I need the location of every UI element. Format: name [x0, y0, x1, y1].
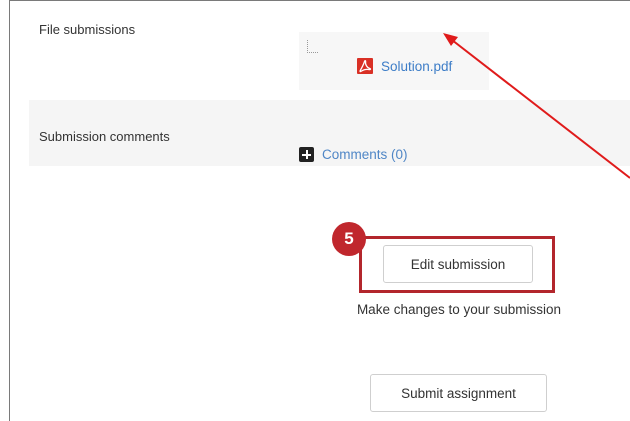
- comments-toggle[interactable]: Comments (0): [299, 147, 408, 162]
- pdf-icon: [357, 58, 373, 74]
- submission-comments-label: Submission comments: [39, 129, 170, 144]
- edit-submission-description: Make changes to your submission: [356, 302, 562, 317]
- comments-link-text: Comments (0): [322, 147, 408, 162]
- plus-square-icon: [299, 147, 314, 162]
- annotation-highlight-box: [359, 236, 555, 293]
- file-link[interactable]: Solution.pdf: [357, 58, 452, 74]
- file-tree: Solution.pdf: [299, 32, 489, 90]
- file-submissions-row: File submissions Solution.pdf: [29, 8, 630, 100]
- file-name: Solution.pdf: [381, 58, 453, 74]
- tree-connector: [307, 40, 318, 53]
- submit-assignment-button[interactable]: Submit assignment: [370, 374, 547, 412]
- submission-comments-row: Submission comments Comments (0): [29, 100, 630, 166]
- file-submissions-label: File submissions: [39, 22, 136, 37]
- step-number-badge: 5: [332, 222, 366, 256]
